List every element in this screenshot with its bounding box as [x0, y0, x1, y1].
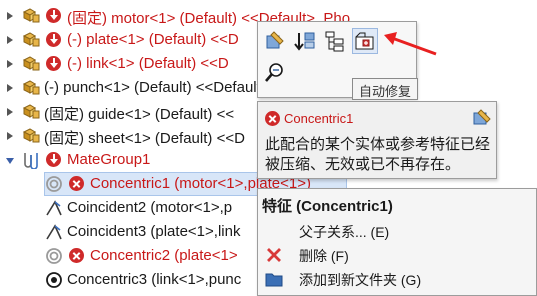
tree-row-label: (-) plate<1> (Default) <<D	[67, 31, 239, 48]
part-icon	[22, 104, 40, 119]
tree-row-label: Concentric2 (plate<1>	[90, 247, 238, 264]
sort-icon	[294, 32, 315, 51]
tree-row-label: Coincident2 (motor<1>,p	[67, 199, 233, 216]
tree-row-mategroup[interactable]: MateGroup1	[0, 148, 260, 172]
error-popup-message: 此配合的某个实体或参考特征已经被压缩、无效或已不再存在。	[265, 136, 491, 173]
concentric-mate-icon	[46, 176, 62, 192]
concentric-mate-icon	[46, 272, 62, 288]
expand-arrow-icon[interactable]	[5, 59, 15, 69]
expand-arrow-icon[interactable]	[5, 107, 15, 117]
concentric-mate-icon	[46, 248, 62, 264]
edit-feature-button[interactable]	[262, 28, 288, 54]
tree-row-label: MateGroup1	[67, 151, 151, 168]
part-icon	[22, 128, 40, 143]
context-menu: 特征 (Concentric1) 父子关系... (E) 删除 (F) 添加到新…	[257, 188, 537, 296]
tree-row-label: (固定) sheet<1> (Default) <<D	[44, 130, 245, 147]
tree-row-guide[interactable]: (固定) guide<1> (Default) <<	[0, 100, 260, 124]
zoom-to-selection-button[interactable]	[262, 60, 288, 86]
expand-arrow-icon[interactable]	[5, 35, 15, 45]
tree-row-concentric2[interactable]: Concentric2 (plate<1>	[0, 244, 260, 268]
menu-item-label: 删除 (F)	[299, 248, 349, 264]
delete-x-icon	[267, 248, 281, 262]
suppressed-down-icon	[46, 152, 61, 167]
tree-row-label: (-) link<1> (Default) <<D	[67, 55, 229, 72]
tree-row-link[interactable]: (-) link<1> (Default) <<D	[0, 52, 260, 76]
part-icon	[22, 32, 40, 47]
tree-structure-icon	[325, 31, 344, 52]
tree-row-concentric3[interactable]: Concentric3 (link<1>,punc	[0, 268, 260, 292]
expand-arrow-icon[interactable]	[5, 83, 15, 93]
suppressed-down-icon	[46, 8, 61, 23]
mate-repair-icon[interactable]	[472, 107, 492, 127]
context-menu-header: 特征 (Concentric1)	[262, 198, 393, 215]
tree-structure-button[interactable]	[322, 28, 348, 54]
coincident-mate-icon	[46, 224, 62, 240]
expand-arrow-icon[interactable]	[5, 131, 15, 141]
error-icon	[69, 248, 84, 263]
edit-feature-icon	[266, 31, 284, 49]
tree-row-label: Concentric3 (link<1>,punc	[67, 271, 242, 288]
part-icon	[22, 8, 40, 23]
zoom-icon	[265, 63, 283, 82]
annotation-arrow-icon	[384, 32, 437, 56]
tree-row-label: Coincident3 (plate<1>,link	[67, 223, 241, 240]
tree-row-coincident3[interactable]: Coincident3 (plate<1>,link	[0, 220, 260, 244]
sort-button[interactable]	[292, 28, 318, 54]
menu-item-label: 添加到新文件夹 (G)	[299, 272, 422, 288]
coincident-mate-icon	[46, 200, 62, 216]
tree-row-plate[interactable]: (-) plate<1> (Default) <<D	[0, 28, 260, 52]
tree-row-coincident2[interactable]: Coincident2 (motor<1>,p	[0, 196, 260, 220]
auto-repair-icon	[355, 32, 374, 50]
error-icon	[69, 176, 84, 191]
part-icon	[22, 56, 40, 71]
error-icon	[265, 111, 280, 126]
folder-icon	[265, 273, 283, 287]
menu-item-label: 父子关系... (E)	[299, 224, 390, 240]
collapse-arrow-icon[interactable]	[5, 155, 15, 165]
tree-row-label: (固定) guide<1> (Default) <<	[44, 106, 235, 123]
expand-arrow-icon[interactable]	[5, 11, 15, 21]
menu-item-delete[interactable]: 删除 (F)	[259, 243, 536, 267]
suppressed-down-icon	[46, 32, 61, 47]
error-popup: Concentric1 此配合的某个实体或参考特征已经被压缩、无效或已不再存在。	[257, 101, 497, 179]
tree-row-sheet[interactable]: (固定) sheet<1> (Default) <<D	[0, 124, 260, 148]
error-popup-title: Concentric1	[284, 111, 354, 126]
auto-repair-button[interactable]	[352, 28, 378, 54]
menu-item-add-to-folder[interactable]: 添加到新文件夹 (G)	[259, 267, 536, 291]
menu-item-parent-child[interactable]: 父子关系... (E)	[259, 219, 536, 243]
auto-repair-tooltip: 自动修复	[352, 78, 419, 100]
mates-icon	[24, 153, 38, 169]
suppressed-down-icon	[46, 56, 61, 71]
part-icon	[22, 80, 40, 95]
